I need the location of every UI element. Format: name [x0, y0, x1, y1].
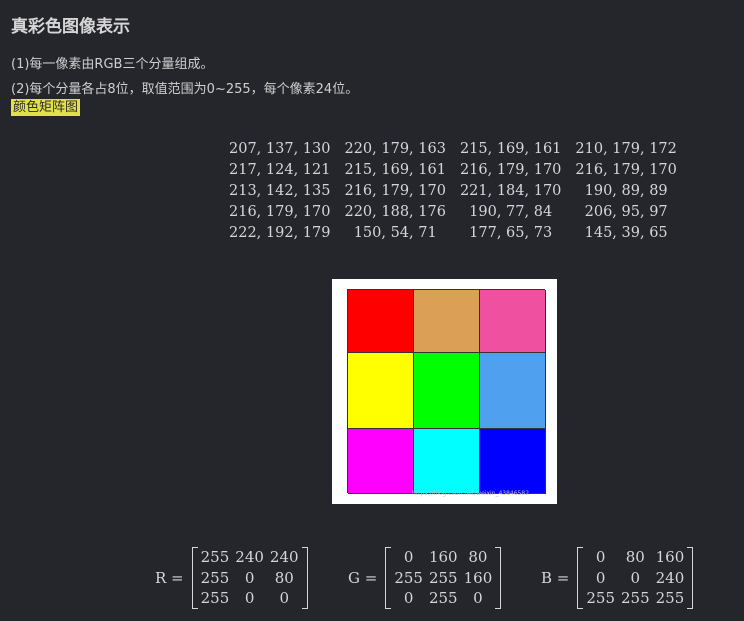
- pixel-value: 222, 192, 179: [229, 224, 331, 241]
- pixel-value: 215, 169, 161: [344, 162, 446, 179]
- pixel-value-matrix: 207, 137, 130 220, 179, 163 215, 169, 161 2…: [222, 139, 684, 243]
- pixel-value: 215, 169, 161: [459, 141, 562, 158]
- color-grid: [347, 289, 546, 494]
- matrix-value: 160: [463, 568, 493, 587]
- pixel-value: 216, 179, 170: [575, 162, 677, 179]
- matrix-value: 80: [274, 568, 294, 587]
- image-watermark: https://blog.csdn.net/weixin_43846582: [412, 490, 530, 497]
- matrix-value: 0: [403, 589, 414, 608]
- matrix-value: 160: [428, 548, 458, 567]
- matrix-row: 255 255 255: [583, 588, 687, 609]
- matrix-value: 255: [655, 589, 685, 608]
- right-bracket: [687, 547, 694, 609]
- red-matrix-label: R =: [155, 569, 184, 587]
- matrix-value: 240: [235, 548, 264, 567]
- pixel-value: 221, 184, 170: [459, 182, 562, 199]
- pixel-row: 207, 137, 130 220, 179, 163 215, 169, 161 2…: [222, 139, 684, 160]
- pixel-value: 190, 77, 84: [469, 203, 553, 220]
- matrix-value: 0: [244, 589, 255, 608]
- color-cell: [480, 429, 546, 494]
- red-matrix-equation: R = 255 240 240 255 0 80 255 0 0: [155, 545, 308, 611]
- pixel-value: 210, 179, 172: [575, 141, 677, 158]
- matrix-value: 255: [428, 589, 458, 608]
- description-line-1: (1)每一像素由RGB三个分量组成。: [11, 57, 214, 72]
- pixel-row: 213, 142, 135 216, 179, 170 221, 184, 170 1…: [222, 181, 684, 202]
- matrix-value: 255: [200, 589, 230, 608]
- matrix-row: 0 80 160: [583, 547, 687, 568]
- pixel-value: 220, 179, 163: [344, 141, 446, 158]
- pixel-row: 222, 192, 179 150, 54, 71 177, 65, 73 145, …: [222, 222, 684, 243]
- pixel-value: 177, 65, 73: [469, 224, 553, 241]
- right-bracket: [301, 547, 308, 609]
- matrix-row: 255 240 240: [198, 547, 302, 568]
- matrix-value: 255: [621, 589, 650, 608]
- color-cell: [414, 353, 480, 429]
- pixel-value: 216, 179, 170: [344, 182, 446, 199]
- pixel-value: 216, 179, 170: [459, 162, 562, 179]
- matrix-row: 0 160 80: [391, 547, 495, 568]
- pixel-row: 216, 179, 170 220, 188, 176 190, 77, 84 206…: [222, 201, 684, 222]
- color-grid-image: https://blog.csdn.net/weixin_43846582: [332, 279, 557, 504]
- green-matrix: 0 160 80 255 255 160 0 255 0: [385, 547, 502, 609]
- color-matrix-link[interactable]: 颜色矩阵图: [13, 100, 78, 115]
- green-matrix-equation: G = 0 160 80 255 255 160 0 255 0: [348, 545, 502, 611]
- red-matrix: 255 240 240 255 0 80 255 0 0: [191, 547, 308, 609]
- color-cell: [414, 290, 480, 353]
- page-title: 真彩色图像表示: [11, 17, 130, 37]
- color-cell: [480, 353, 546, 429]
- pixel-value: 207, 137, 130: [229, 141, 331, 158]
- matrix-value: 255: [428, 568, 458, 587]
- matrix-value: 80: [625, 548, 645, 567]
- matrix-row: 255 255 160: [391, 568, 495, 589]
- matrix-value: 240: [655, 568, 685, 587]
- blue-matrix: 0 80 160 0 0 240 255 255 255: [577, 547, 694, 609]
- pixel-value: 217, 124, 121: [229, 162, 331, 179]
- right-bracket: [495, 547, 502, 609]
- matrix-row: 255 0 80: [198, 568, 302, 589]
- matrix-row: 255 0 0: [198, 588, 302, 609]
- pixel-value: 145, 39, 65: [584, 224, 668, 241]
- matrix-value: 255: [200, 568, 230, 587]
- color-cell: [414, 429, 480, 494]
- description-line-2: (2)每个分量各占8位，取值范围为0~255，每个像素24位。: [11, 82, 359, 97]
- color-cell: [348, 290, 414, 353]
- blue-matrix-label: B =: [541, 569, 570, 587]
- matrix-value: 255: [586, 589, 615, 608]
- color-cell: [348, 429, 414, 494]
- pixel-value: 150, 54, 71: [353, 224, 437, 241]
- pixel-value: 206, 95, 97: [584, 203, 668, 220]
- matrix-value: 0: [403, 548, 414, 567]
- matrix-value: 160: [655, 548, 685, 567]
- color-cell: [480, 290, 546, 353]
- matrix-row: 0 255 0: [391, 588, 495, 609]
- green-matrix-label: G =: [348, 569, 378, 587]
- matrix-value: 240: [269, 548, 299, 567]
- matrix-value: 0: [244, 568, 255, 587]
- color-cell: [348, 353, 414, 429]
- pixel-value: 220, 188, 176: [344, 203, 446, 220]
- matrix-value: 0: [279, 589, 290, 608]
- matrix-value: 0: [595, 568, 606, 587]
- matrix-row: 0 0 240: [583, 568, 687, 589]
- pixel-value: 190, 89, 89: [584, 182, 668, 199]
- blue-matrix-equation: B = 0 80 160 0 0 240 255 255 255: [541, 545, 694, 611]
- matrix-value: 0: [630, 568, 641, 587]
- matrix-value: 80: [468, 548, 488, 567]
- pixel-value: 216, 179, 170: [229, 203, 331, 220]
- pixel-row: 217, 124, 121 215, 169, 161 216, 179, 170 2…: [222, 160, 684, 181]
- matrix-value: 0: [473, 589, 483, 608]
- pixel-value: 213, 142, 135: [229, 182, 331, 199]
- matrix-value: 0: [595, 548, 606, 567]
- matrix-value: 255: [200, 548, 230, 567]
- color-matrix-tag[interactable]: 颜色矩阵图: [11, 99, 81, 116]
- matrix-value: 255: [394, 568, 423, 587]
